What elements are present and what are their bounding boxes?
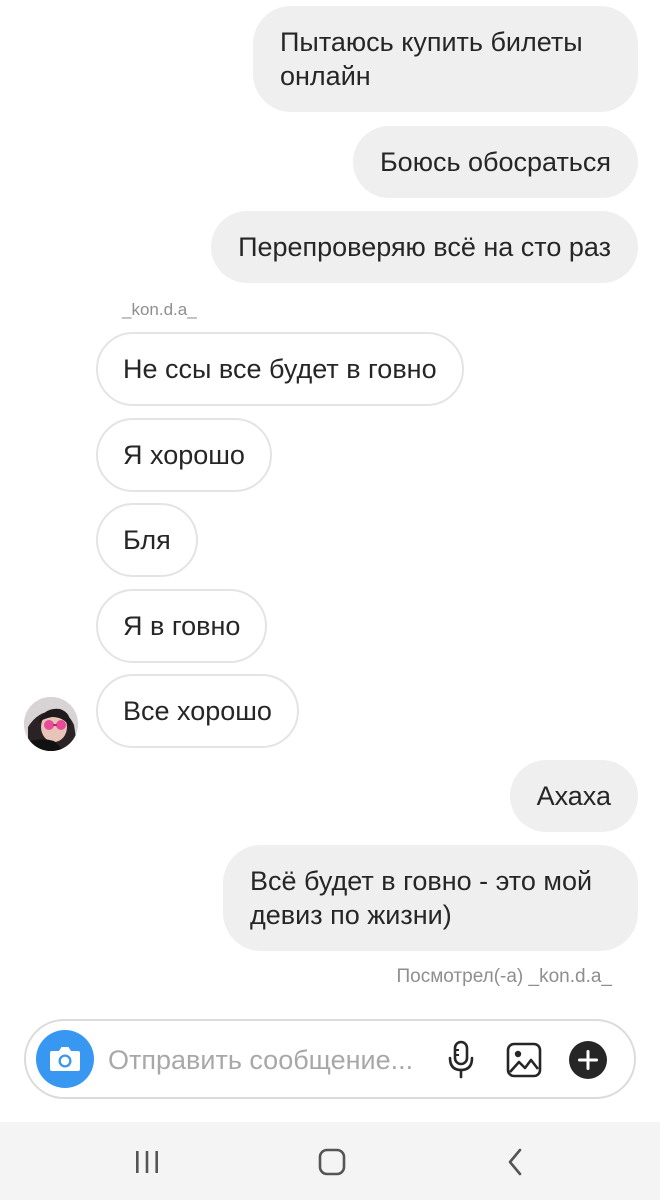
message-bubble-incoming[interactable]: Я хорошо <box>96 418 272 492</box>
message-bubble-incoming[interactable]: Я в говно <box>96 589 268 663</box>
gallery-icon <box>506 1042 542 1078</box>
message-text: Не ссы все будет в говно <box>123 354 437 384</box>
seen-status: Посмотрел(-а) _kon.d.a_ <box>396 966 612 987</box>
microphone-icon <box>448 1040 474 1079</box>
camera-button[interactable] <box>36 1030 94 1088</box>
camera-icon <box>50 1047 80 1071</box>
message-text: Боюсь обосраться <box>379 147 611 177</box>
message-input[interactable] <box>108 1041 438 1079</box>
avatar-image <box>24 697 78 751</box>
message-text: Я хорошо <box>123 440 245 470</box>
recent-apps-button[interactable] <box>125 1140 169 1184</box>
message-text: Пытаюсь купить билеты онлайн <box>280 27 583 91</box>
microphone-button[interactable] <box>440 1039 482 1081</box>
sender-name: _kon.d.a_ <box>122 300 197 319</box>
gallery-button[interactable] <box>503 1039 545 1081</box>
message-text: Ахаха <box>536 781 611 811</box>
message-bubble-outgoing[interactable]: Всё будет в говно - это мой девиз по жиз… <box>223 845 638 951</box>
message-bubble-incoming[interactable]: Не ссы все будет в говно <box>96 332 464 406</box>
message-bubble-incoming[interactable]: Бля <box>96 503 198 577</box>
avatar[interactable] <box>24 697 78 751</box>
message-text: Бля <box>123 525 171 555</box>
recent-apps-icon <box>136 1151 158 1173</box>
message-text: Всё будет в говно - это мой девиз по жиз… <box>250 866 593 930</box>
message-bubble-outgoing[interactable]: Перепроверяю всё на сто раз <box>211 211 638 283</box>
back-icon <box>508 1148 522 1176</box>
message-bubble-incoming[interactable]: Все хорошо <box>96 674 299 748</box>
home-icon <box>318 1148 346 1176</box>
home-button[interactable] <box>310 1140 354 1184</box>
plus-icon <box>569 1041 607 1079</box>
system-navigation-bar <box>0 1122 660 1200</box>
message-bubble-outgoing[interactable]: Боюсь обосраться <box>352 126 638 198</box>
message-text: Я в говно <box>123 611 241 641</box>
message-text: Перепроверяю всё на сто раз <box>238 232 611 262</box>
message-text: Все хорошо <box>123 696 272 726</box>
message-composer <box>24 1019 636 1099</box>
message-bubble-outgoing[interactable]: Пытаюсь купить билеты онлайн <box>253 6 638 112</box>
message-bubble-outgoing[interactable]: Ахаха <box>509 760 638 832</box>
more-options-button[interactable] <box>567 1039 609 1081</box>
back-button[interactable] <box>494 1140 538 1184</box>
